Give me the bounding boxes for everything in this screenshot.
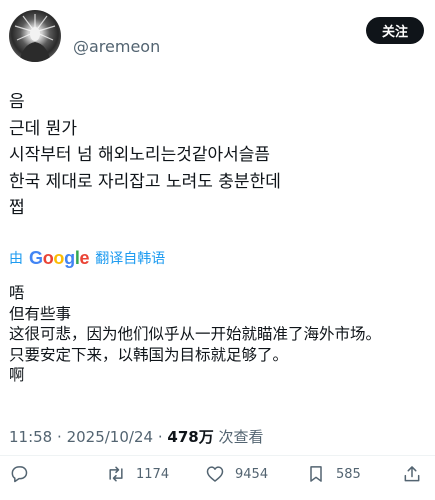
translated-text-line: 唔	[9, 284, 25, 302]
bookmark-count: 585	[336, 466, 361, 482]
translated-text-line: 只要安定下来，以韩国为目标就足够了。	[9, 345, 289, 364]
tweet-text: 음 근데 뭔가 시작부터 넘 해외노리는것같아서슬픔 한국 제대로 자리잡고 노…	[9, 89, 429, 222]
bookmark-button[interactable]: 585	[306, 460, 361, 488]
share-icon	[404, 466, 420, 482]
tweet-date[interactable]: 2025/10/24	[67, 428, 153, 446]
retweet-icon	[109, 466, 123, 482]
share-button[interactable]	[402, 460, 422, 488]
tweet-text-line: 음	[9, 92, 25, 112]
action-bar: 1174 9454 585	[0, 460, 435, 488]
tweet-text-line: 한국 제대로 자리잡고 노려도 충분한데	[9, 171, 281, 192]
tweet-text-line: 쩝	[9, 198, 25, 218]
views-count: 478万	[167, 428, 214, 446]
tweet-time[interactable]: 11:58	[9, 428, 52, 446]
translated-text-line: 啊	[9, 366, 25, 384]
translation-banner[interactable]: 由 Google 翻译自韩语	[9, 247, 165, 269]
translated-text-line: 这很可悲，因为他们似乎从一开始就瞄准了海外市场。	[9, 325, 382, 343]
meta-separator: ·	[57, 428, 62, 446]
divider	[0, 455, 435, 456]
user-handle[interactable]: @aremeon	[73, 37, 160, 56]
avatar[interactable]	[9, 10, 61, 62]
translation-action-label[interactable]: 翻译自韩语	[95, 248, 165, 268]
retweet-count: 1174	[136, 466, 170, 482]
translated-text: 唔 但有些事 这很可悲，因为他们似乎从一开始就瞄准了海外市场。 只要安定下来，以…	[9, 283, 429, 386]
tweet-text-line: 시작부터 넘 해외노리는것같아서슬픔	[9, 145, 271, 165]
reply-icon	[11, 466, 28, 483]
retweet-button[interactable]: 1174	[106, 460, 169, 488]
like-button[interactable]: 9454	[205, 460, 268, 488]
like-count: 9454	[235, 466, 269, 482]
translation-by-label: 由	[9, 251, 23, 267]
bookmark-icon	[310, 466, 322, 482]
heart-icon	[206, 466, 224, 482]
tweet-meta: 11:58 · 2025/10/24 · 478万 次查看	[9, 426, 264, 447]
tweet-header: @aremeon 关注	[0, 0, 435, 78]
google-logo: Google	[29, 247, 90, 268]
avatar-image	[14, 14, 56, 62]
views-label: 次查看	[218, 428, 264, 446]
follow-button[interactable]: 关注	[366, 17, 424, 44]
tweet-text-line: 근데 뭔가	[9, 118, 77, 139]
reply-button[interactable]	[9, 460, 29, 488]
meta-separator: ·	[157, 428, 163, 446]
translated-text-line: 但有些事	[9, 304, 72, 323]
